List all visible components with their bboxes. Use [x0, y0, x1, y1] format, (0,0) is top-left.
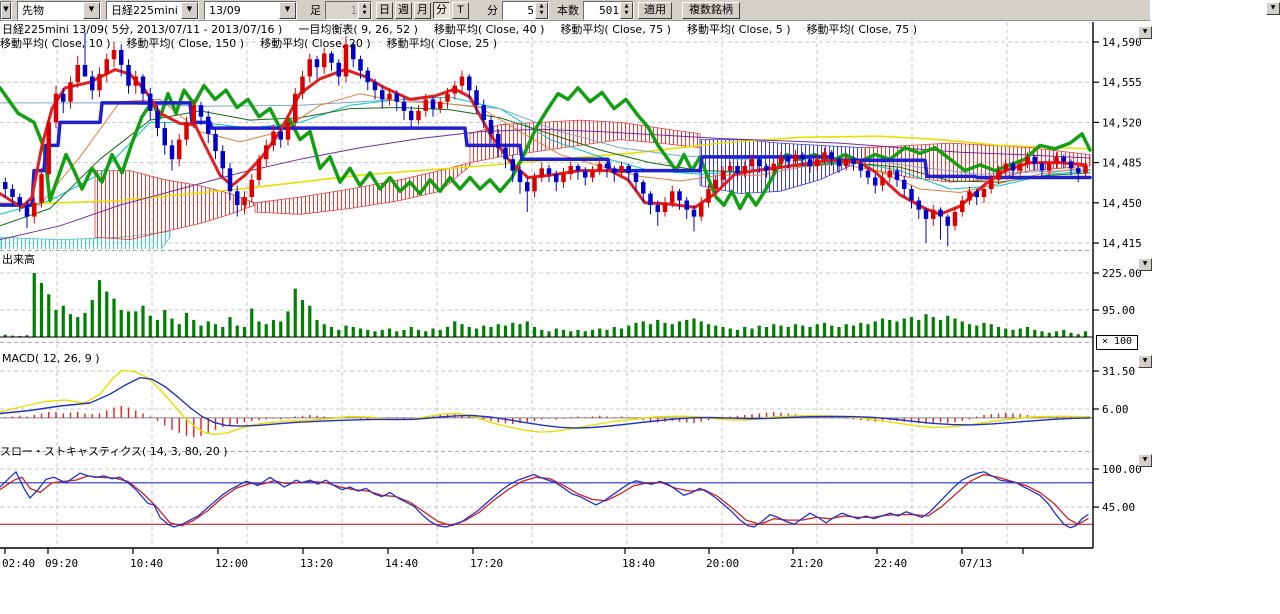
- symbol-value: 日経225mini: [107, 2, 181, 18]
- time-tick-label: 02:40: [2, 557, 35, 570]
- legend-item: 移動平均( Close, 40 ): [434, 23, 545, 36]
- volume-panel-chevron-down-icon[interactable]: ▼: [1138, 258, 1152, 271]
- axis-tick-label: 14,520: [1102, 116, 1142, 129]
- category-select[interactable]: 先物 ▼: [17, 1, 101, 20]
- legend-item: 移動平均( Close, 75 ): [807, 23, 918, 36]
- multi-symbol-button[interactable]: 複数銘柄: [682, 2, 740, 19]
- symbol-select[interactable]: 日経225mini ▼: [106, 1, 199, 20]
- time-tick-label: 12:00: [215, 557, 248, 570]
- hidden-combo[interactable]: ▼: [0, 1, 12, 20]
- axis-tick-label: 95.00: [1102, 304, 1135, 317]
- spinner-arrows-icon[interactable]: ▲▼: [358, 2, 371, 19]
- legend-item: 移動平均( Close, 150 ): [127, 37, 245, 50]
- chevron-down-icon[interactable]: ▼: [279, 2, 296, 19]
- bar-count-input[interactable]: [584, 4, 620, 17]
- macd-panel-title: MACD( 12, 26, 9 ): [2, 352, 100, 365]
- time-tick-label: 17:20: [470, 557, 503, 570]
- period-month-button[interactable]: 月: [414, 2, 431, 19]
- time-tick-label: 20:00: [706, 557, 739, 570]
- period-minute-button[interactable]: 分: [433, 2, 450, 19]
- contract-value: 13/09: [205, 4, 279, 17]
- macd-panel-chevron-down-icon[interactable]: ▼: [1138, 355, 1152, 368]
- chevron-down-icon[interactable]: ▼: [181, 2, 198, 19]
- chevron-down-icon[interactable]: ▼: [1, 2, 11, 19]
- bar-label: 足: [310, 2, 321, 18]
- bar-interval-input[interactable]: [326, 4, 358, 17]
- time-tick-label: 22:40: [874, 557, 907, 570]
- time-tick-label: 14:40: [385, 557, 418, 570]
- volume-multiplier-badge: × 100: [1096, 335, 1138, 350]
- axis-tick-label: 14,485: [1102, 157, 1142, 170]
- spinner-arrows-icon[interactable]: ▲▼: [535, 2, 548, 19]
- chevron-down-icon[interactable]: ▼: [83, 2, 100, 19]
- legend-item: 日経225mini 13/09( 5分, 2013/07/11 - 2013/0…: [2, 23, 282, 36]
- minute-stepper[interactable]: ▲▼: [502, 1, 549, 20]
- legend-item: 移動平均( Close, 5 ): [687, 23, 791, 36]
- chart-plot[interactable]: 14,590 14,555 14,520 14,485 14,450 14,415 225.…: [0, 0, 1280, 614]
- legend-item: 移動平均( Close, 25 ): [387, 37, 498, 50]
- toolbar: ▼ 先物 ▼ 日経225mini ▼ 13/09 ▼ 足 ▲▼ 日 週 月 分 …: [0, 0, 1150, 21]
- time-tick-label: 21:20: [790, 557, 823, 570]
- time-tick-label: 13:20: [300, 557, 333, 570]
- legend-item: 移動平均( Close, 20 ): [260, 37, 371, 50]
- axis-tick-label: 31.50: [1102, 365, 1135, 378]
- axis-tick-label: 100.00: [1102, 463, 1142, 476]
- bar-interval-stepper[interactable]: ▲▼: [325, 1, 372, 20]
- category-value: 先物: [18, 2, 83, 18]
- spinner-arrows-icon[interactable]: ▲▼: [620, 2, 633, 19]
- axis-tick-label: 14,450: [1102, 197, 1142, 210]
- volume-panel-title: 出来高: [2, 253, 35, 266]
- time-tick-label: 09:20: [45, 557, 78, 570]
- stoch-panel-chevron-down-icon[interactable]: ▼: [1138, 454, 1152, 467]
- period-day-button[interactable]: 日: [376, 2, 393, 19]
- price-panel-chevron-down-icon[interactable]: ▼: [1138, 26, 1152, 39]
- bar-count-stepper[interactable]: ▲▼: [583, 1, 634, 20]
- axis-tick-label: 45.00: [1102, 501, 1135, 514]
- legend-item: 移動平均( Close, 75 ): [560, 23, 671, 36]
- axis-tick-label: 14,590: [1102, 36, 1142, 49]
- time-tick-label: 10:40: [130, 557, 163, 570]
- time-tick-label: 18:40: [622, 557, 655, 570]
- period-tick-button[interactable]: T: [452, 2, 469, 19]
- minute-input[interactable]: [503, 4, 535, 17]
- stoch-panel-title: スロー・ストキャスティクス( 14, 3, 80, 20 ): [0, 445, 228, 458]
- minute-label: 分: [487, 2, 498, 18]
- trading-chart-window: 14,590 14,555 14,520 14,485 14,450 14,415 225.…: [0, 0, 1280, 614]
- window-chevron-down-icon[interactable]: ▼: [1266, 2, 1280, 15]
- contract-select[interactable]: 13/09 ▼: [204, 1, 297, 20]
- axis-tick-label: 225.00: [1102, 267, 1142, 280]
- legend-row-1: 日経225mini 13/09( 5分, 2013/07/11 - 2013/0…: [2, 23, 933, 36]
- legend-item: 一目均衡表( 9, 26, 52 ): [298, 23, 418, 36]
- legend-item: 移動平均( Close, 10 ): [0, 37, 111, 50]
- axis-tick-label: 6.00: [1102, 403, 1129, 416]
- legend-row-2: 移動平均( Close, 10 ) 移動平均( Close, 150 ) 移動平均(…: [0, 37, 513, 50]
- axis-tick-label: 14,415: [1102, 237, 1142, 250]
- axis-tick-label: 14,555: [1102, 76, 1142, 89]
- period-week-button[interactable]: 週: [395, 2, 412, 19]
- time-tick-label: 07/13: [959, 557, 992, 570]
- count-label: 本数: [557, 2, 579, 18]
- apply-button[interactable]: 適用: [638, 2, 672, 19]
